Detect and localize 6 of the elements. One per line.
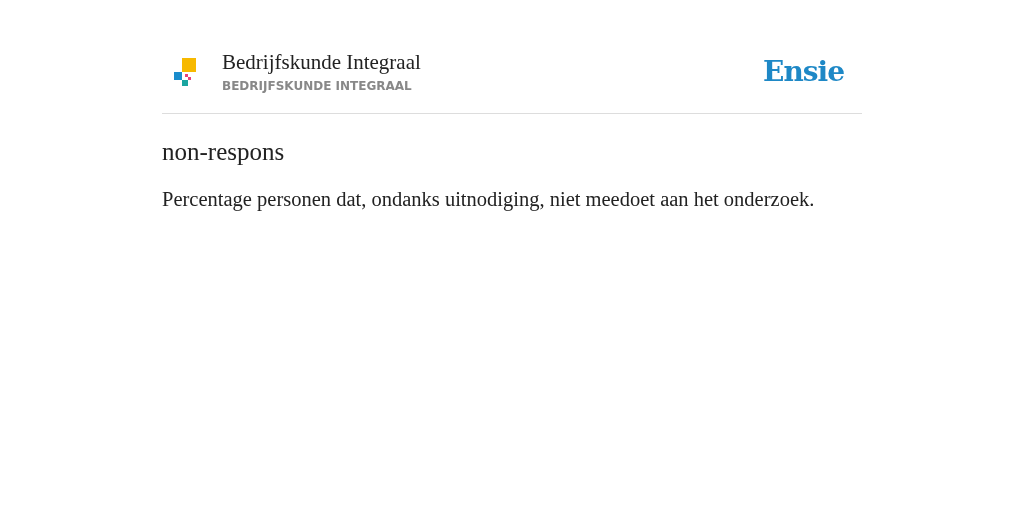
logo-icon	[174, 57, 196, 86]
site-subtitle: BEDRIJFSKUNDE INTEGRAAL	[222, 79, 413, 93]
term-heading: non-respons	[162, 138, 286, 166]
definition-text: Percentage personen dat, ondanks uitnodiging, niet meedoet aan het onderzoek.	[162, 188, 816, 211]
site-title: Bedrijfskunde Integraal	[222, 50, 422, 75]
brand-logo[interactable]: Ensie	[763, 55, 844, 88]
